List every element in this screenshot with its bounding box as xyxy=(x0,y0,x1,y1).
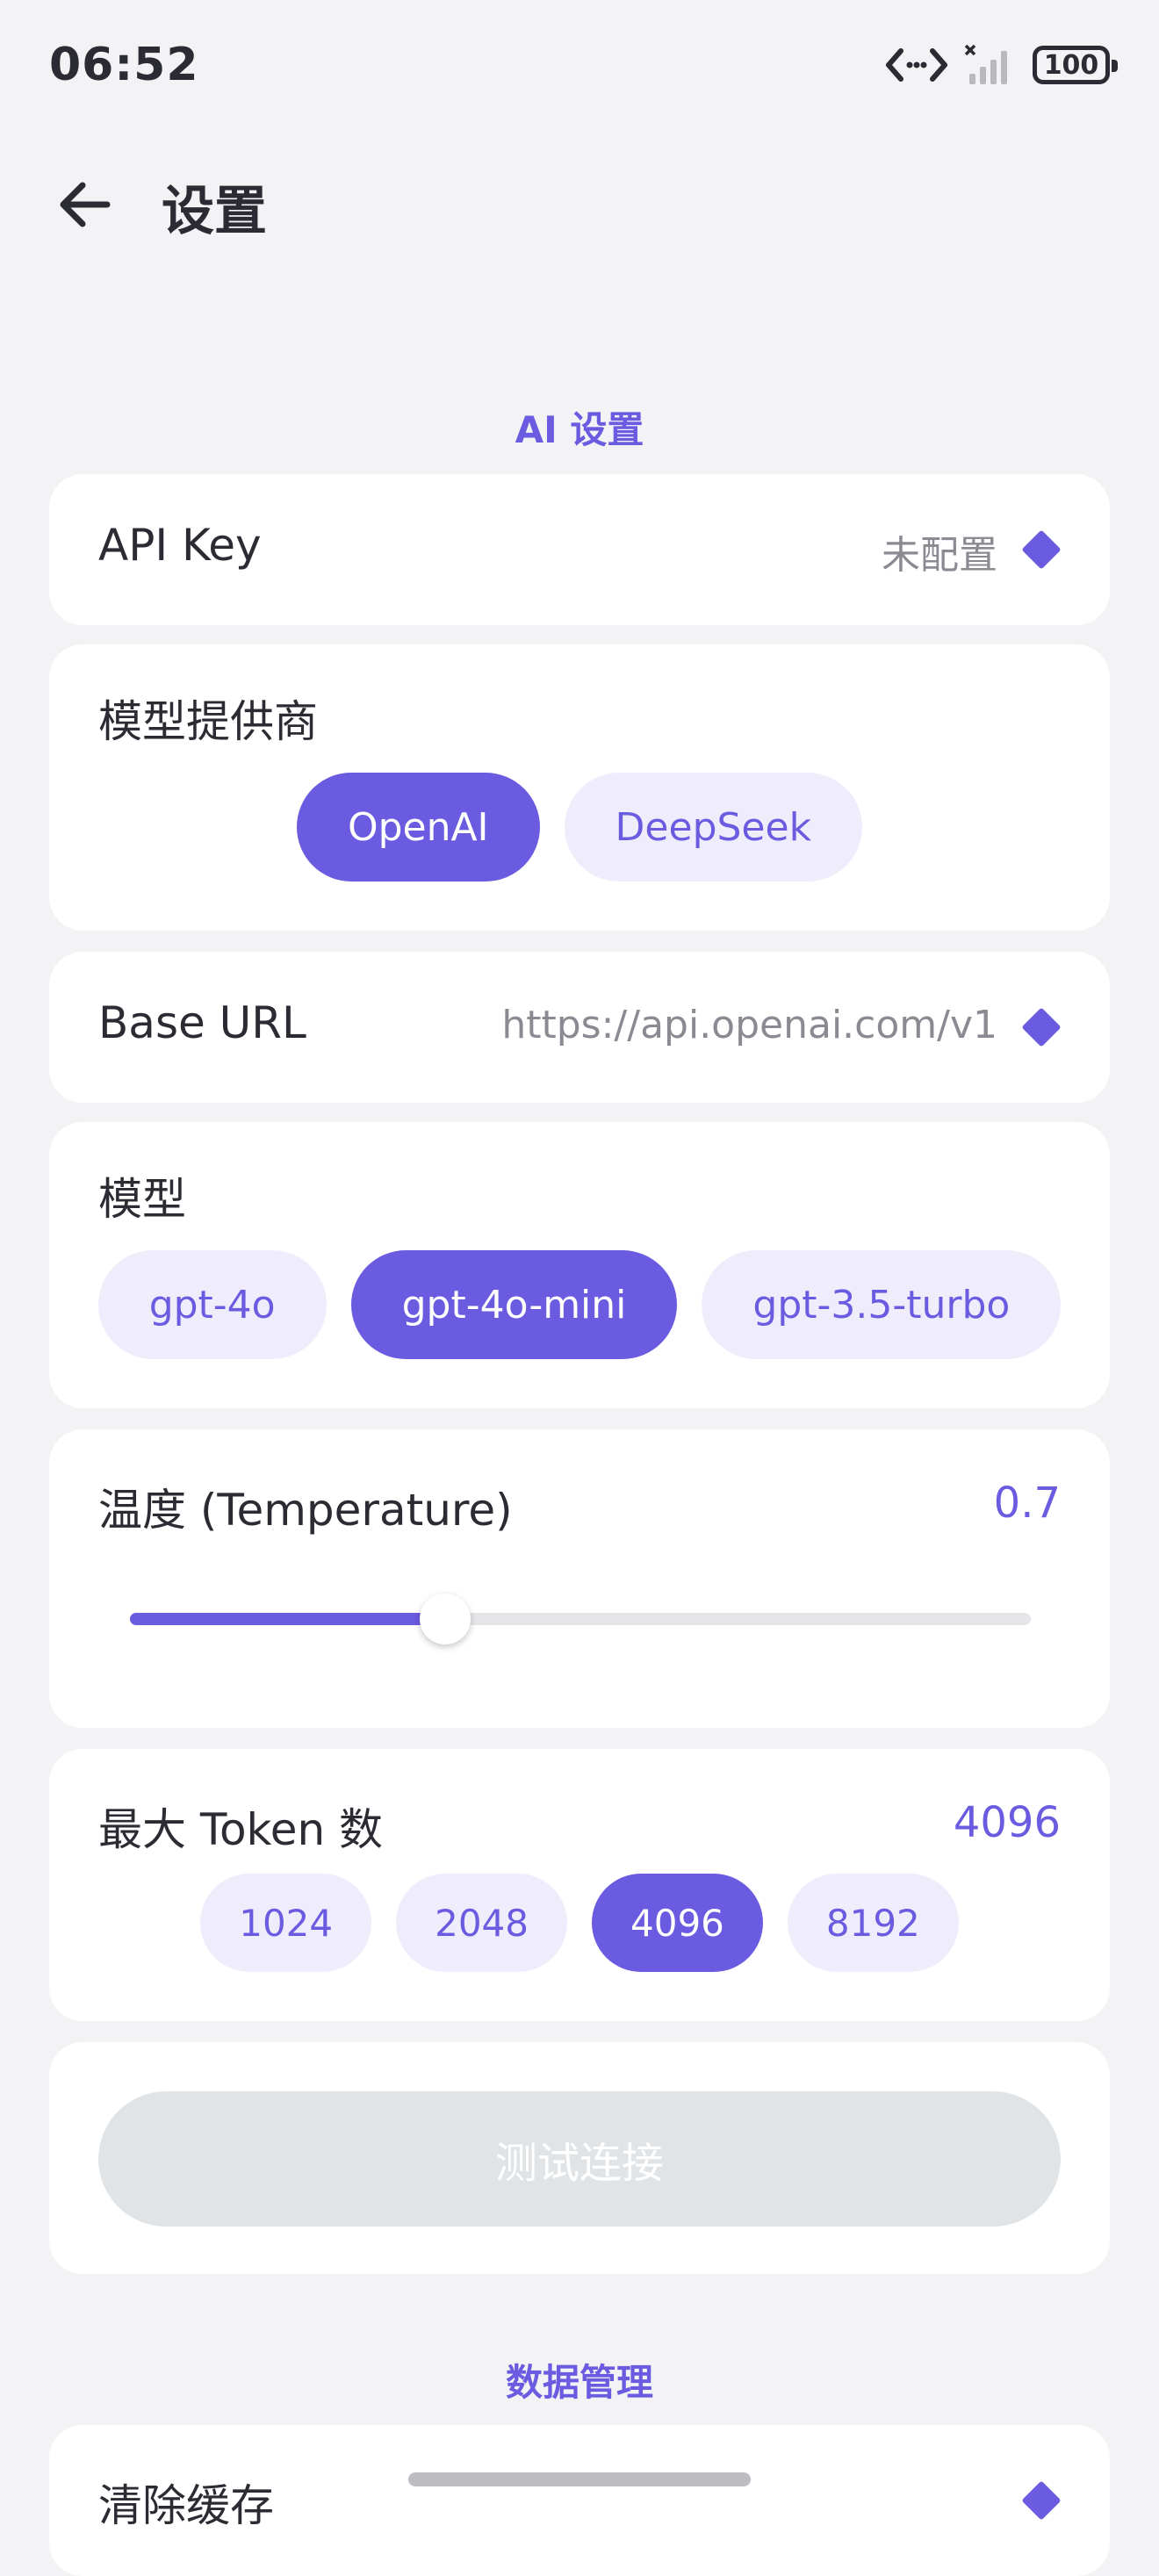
model-option-gpt-4o[interactable]: gpt-4o xyxy=(97,1250,327,1359)
provider-options: OpenAI DeepSeek xyxy=(49,773,1110,881)
home-indicator[interactable] xyxy=(408,2472,751,2486)
section-title-data: 数据管理 xyxy=(505,2361,653,2404)
provider-label: 模型提供商 xyxy=(98,696,318,747)
battery-icon: 100 xyxy=(1033,46,1118,84)
base-url-row[interactable]: Base URL https://api.openai.com/v1 xyxy=(49,952,1110,1103)
token-option-4096[interactable]: 4096 xyxy=(592,1874,763,1972)
temperature-slider-thumb[interactable] xyxy=(420,1594,472,1644)
status-icons: 100 xyxy=(885,44,1118,86)
base-url-label: Base URL xyxy=(98,997,306,1048)
test-connection-button[interactable]: 测试连接 xyxy=(98,2091,1061,2227)
temperature-slider[interactable] xyxy=(130,1594,1031,1644)
diamond-icon xyxy=(1021,2480,1062,2521)
token-option-2048[interactable]: 2048 xyxy=(396,1874,567,1972)
api-key-label: API Key xyxy=(98,520,262,571)
model-label: 模型 xyxy=(98,1174,186,1225)
temperature-slider-fill xyxy=(130,1613,446,1625)
api-key-value: 未配置 xyxy=(882,533,997,578)
max-tokens-card: 最大 Token 数 4096 1024 2048 4096 8192 xyxy=(49,1749,1110,2021)
max-tokens-options: 1024 2048 4096 8192 xyxy=(49,1874,1110,1972)
clear-cache-label: 清除缓存 xyxy=(98,2480,274,2531)
model-option-gpt-4o-mini[interactable]: gpt-4o-mini xyxy=(350,1250,678,1359)
section-title-ai: AI 设置 xyxy=(515,408,644,451)
status-time: 06:52 xyxy=(49,39,199,91)
signal-icon xyxy=(964,44,1007,84)
base-url-value: https://api.openai.com/v1 xyxy=(501,1003,997,1047)
temperature-value: 0.7 xyxy=(993,1479,1061,1528)
temperature-label: 温度 (Temperature) xyxy=(98,1485,513,1536)
battery-level: 100 xyxy=(1043,49,1099,81)
provider-option-openai[interactable]: OpenAI xyxy=(296,773,540,881)
status-bar: 06:52 100 xyxy=(0,0,1159,132)
api-key-row[interactable]: API Key 未配置 xyxy=(49,474,1110,625)
page-title: 设置 xyxy=(162,181,267,242)
model-option-gpt-3-5-turbo[interactable]: gpt-3.5-turbo xyxy=(702,1250,1062,1359)
token-option-1024[interactable]: 1024 xyxy=(200,1874,372,1972)
data-transfer-icon xyxy=(886,48,947,82)
test-connection-card: 测试连接 xyxy=(49,2042,1110,2274)
max-tokens-label: 最大 Token 数 xyxy=(98,1804,384,1855)
temperature-card: 温度 (Temperature) 0.7 xyxy=(49,1429,1110,1728)
provider-option-deepseek[interactable]: DeepSeek xyxy=(564,773,863,881)
diamond-icon xyxy=(1021,529,1062,570)
model-options: gpt-4o gpt-4o-mini gpt-3.5-turbo xyxy=(49,1250,1110,1359)
max-tokens-value: 4096 xyxy=(953,1798,1061,1847)
provider-card: 模型提供商 OpenAI DeepSeek xyxy=(49,644,1110,931)
back-arrow-icon[interactable] xyxy=(54,174,116,235)
clear-cache-row[interactable]: 清除缓存 xyxy=(49,2425,1110,2576)
token-option-8192[interactable]: 8192 xyxy=(787,1874,959,1972)
diamond-icon xyxy=(1021,1007,1062,1047)
model-card: 模型 gpt-4o gpt-4o-mini gpt-3.5-turbo xyxy=(49,1122,1110,1408)
